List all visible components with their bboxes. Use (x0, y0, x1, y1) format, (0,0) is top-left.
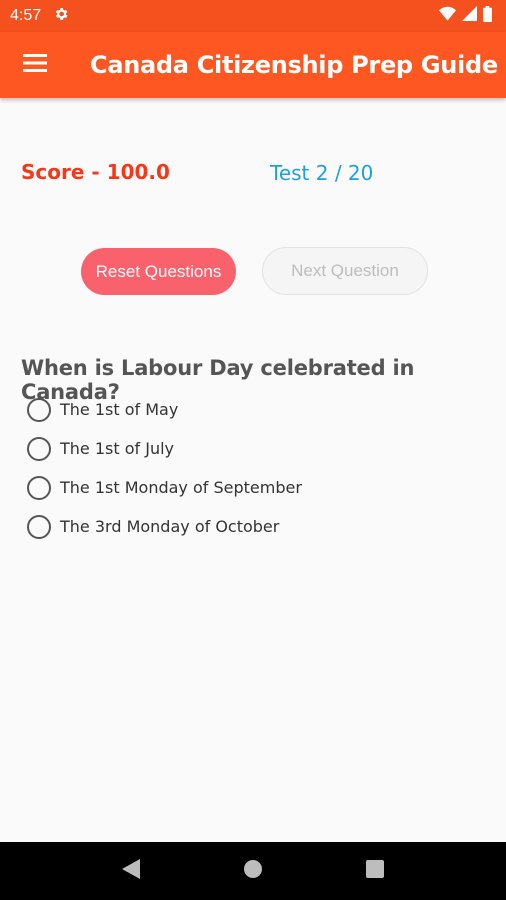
recents-icon[interactable] (366, 859, 384, 883)
status-bar: 4:57 (0, 0, 506, 32)
answer-option-label: The 1st of July (60, 439, 174, 458)
hamburger-menu-icon[interactable] (23, 53, 47, 77)
test-counter: Test 2 / 20 (270, 161, 374, 185)
back-button[interactable] (111, 851, 151, 891)
answer-option-label: The 3rd Monday of October (60, 517, 280, 536)
answer-option-label: The 1st of May (60, 400, 179, 419)
radio-button-icon[interactable] (27, 397, 51, 422)
status-time: 4:57 (10, 7, 42, 24)
answer-option[interactable]: The 3rd Monday of October (27, 507, 302, 546)
next-question-button[interactable]: Next Question (262, 247, 428, 295)
app-bar: Canada Citizenship Prep Guide (0, 32, 506, 98)
reset-questions-button[interactable]: Reset Questions (81, 248, 236, 295)
radio-button-icon[interactable] (27, 475, 51, 500)
home-button[interactable] (233, 851, 273, 891)
battery-icon (483, 5, 492, 27)
wifi-icon (439, 6, 456, 26)
signal-icon (462, 6, 477, 26)
back-icon[interactable] (122, 858, 140, 884)
radio-button-icon[interactable] (27, 436, 51, 461)
navigation-bar (0, 842, 506, 900)
score-text: Score - 100.0 (21, 160, 170, 184)
answer-options: The 1st of May The 1st of July The 1st M… (27, 390, 302, 546)
settings-icon (53, 6, 69, 27)
status-right (439, 5, 492, 27)
status-left: 4:57 (10, 6, 69, 27)
radio-button-icon[interactable] (27, 514, 51, 539)
home-icon[interactable] (243, 859, 263, 884)
app-title: Canada Citizenship Prep Guide (90, 51, 498, 79)
answer-option[interactable]: The 1st of May (27, 390, 302, 429)
menu-button[interactable] (0, 32, 70, 98)
answer-option[interactable]: The 1st Monday of September (27, 468, 302, 507)
answer-option-label: The 1st Monday of September (60, 478, 302, 497)
answer-option[interactable]: The 1st of July (27, 429, 302, 468)
recents-button[interactable] (355, 851, 395, 891)
